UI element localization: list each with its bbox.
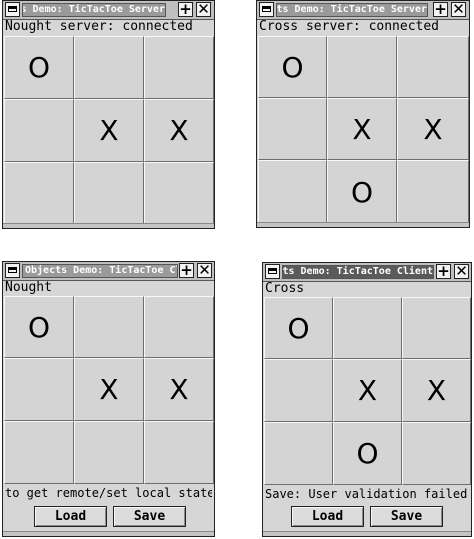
board-cell-8[interactable]: O <box>327 160 397 224</box>
board-cell-3[interactable] <box>402 297 471 359</box>
board-cell-2[interactable] <box>333 297 402 359</box>
board-cell-9[interactable] <box>402 422 471 485</box>
window-title: Objects Demo: TicTacToe Server <box>22 3 166 17</box>
board-cell-1[interactable]: O <box>4 296 74 358</box>
board-cell-1[interactable]: O <box>4 36 74 99</box>
title-bar[interactable]: Objects Demo: TicTacToe Client + ✕ <box>3 262 214 281</box>
window-resize-edge[interactable] <box>263 531 471 536</box>
connection-status: Nought server: connected <box>5 20 193 34</box>
title-bar[interactable]: Objects Demo: TicTacToe Server + ✕ <box>3 1 214 20</box>
board-cell-6[interactable]: X <box>144 99 214 162</box>
window-resize-edge[interactable] <box>3 223 214 228</box>
board-cell-6[interactable]: X <box>144 358 214 421</box>
window-menu-icon[interactable] <box>5 2 20 17</box>
status-message: to get remote/set local state. <box>5 486 212 500</box>
window-menu-icon[interactable] <box>5 263 20 278</box>
connection-status: Cross server: connected <box>259 20 440 34</box>
save-button[interactable]: Save <box>113 506 186 527</box>
board-cell-1[interactable]: O <box>258 36 327 98</box>
board-cell-6[interactable]: X <box>397 98 469 160</box>
close-icon[interactable]: ✕ <box>196 2 211 17</box>
cross-client-window: Objects Demo: TicTacToe Client + ✕ Cross… <box>262 262 472 537</box>
close-icon[interactable]: ✕ <box>197 263 212 278</box>
window-title: Objects Demo: TicTacToe Client <box>282 265 434 279</box>
board-cell-3[interactable] <box>144 36 214 99</box>
cross-server-window: Objects Demo: TicTacToe Server + ✕ Cross… <box>256 0 470 228</box>
board-cell-4[interactable] <box>4 358 74 421</box>
board-cell-3[interactable] <box>397 36 469 98</box>
nought-client-window: Objects Demo: TicTacToe Client + ✕ Nough… <box>2 261 215 537</box>
board-cell-5[interactable]: X <box>74 99 144 162</box>
game-board: O X X <box>4 36 214 225</box>
board-cell-1[interactable]: O <box>264 297 333 359</box>
board-cell-2[interactable] <box>74 296 144 358</box>
board-cell-7[interactable] <box>4 162 74 225</box>
window-title: Objects Demo: TicTacToe Client <box>22 264 178 278</box>
board-cell-7[interactable] <box>4 421 74 484</box>
plus-icon[interactable]: + <box>433 2 448 17</box>
window-menu-icon[interactable] <box>265 264 280 279</box>
window-resize-edge[interactable] <box>3 531 214 536</box>
save-button[interactable]: Save <box>370 506 443 527</box>
board-cell-5[interactable]: X <box>74 358 144 421</box>
load-button[interactable]: Load <box>34 506 107 527</box>
window-menu-icon[interactable] <box>259 2 274 17</box>
close-icon[interactable]: ✕ <box>454 264 469 279</box>
status-message: Save: User validation failed. <box>265 487 469 501</box>
board-cell-8[interactable]: O <box>333 422 402 485</box>
window-resize-edge[interactable] <box>257 222 469 227</box>
board-cell-4[interactable] <box>258 98 327 160</box>
board-cell-6[interactable]: X <box>402 359 471 422</box>
board-cell-9[interactable] <box>144 162 214 225</box>
board-cell-8[interactable] <box>74 421 144 484</box>
game-board: O X X O <box>264 297 471 485</box>
board-cell-9[interactable] <box>397 160 469 224</box>
board-cell-5[interactable]: X <box>327 98 397 160</box>
board-cell-5[interactable]: X <box>333 359 402 422</box>
board-cell-3[interactable] <box>144 296 214 358</box>
title-bar[interactable]: Objects Demo: TicTacToe Server + ✕ <box>257 1 469 20</box>
board-cell-7[interactable] <box>264 422 333 485</box>
board-cell-2[interactable] <box>74 36 144 99</box>
plus-icon[interactable]: + <box>436 264 451 279</box>
board-cell-7[interactable] <box>258 160 327 224</box>
player-label: Nought <box>5 281 52 295</box>
player-label: Cross <box>265 282 305 296</box>
game-board: O X X <box>4 296 214 484</box>
board-cell-4[interactable] <box>4 99 74 162</box>
plus-icon[interactable]: + <box>179 263 194 278</box>
load-button[interactable]: Load <box>291 506 364 527</box>
window-title: Objects Demo: TicTacToe Server <box>276 3 428 17</box>
close-icon[interactable]: ✕ <box>451 2 466 17</box>
board-cell-9[interactable] <box>144 421 214 484</box>
board-cell-8[interactable] <box>74 162 144 225</box>
game-board: O X X O <box>258 36 469 224</box>
nought-server-window: Objects Demo: TicTacToe Server + ✕ Nough… <box>2 0 215 229</box>
plus-icon[interactable]: + <box>178 2 193 17</box>
title-bar[interactable]: Objects Demo: TicTacToe Client + ✕ <box>263 263 471 282</box>
board-cell-4[interactable] <box>264 359 333 422</box>
board-cell-2[interactable] <box>327 36 397 98</box>
